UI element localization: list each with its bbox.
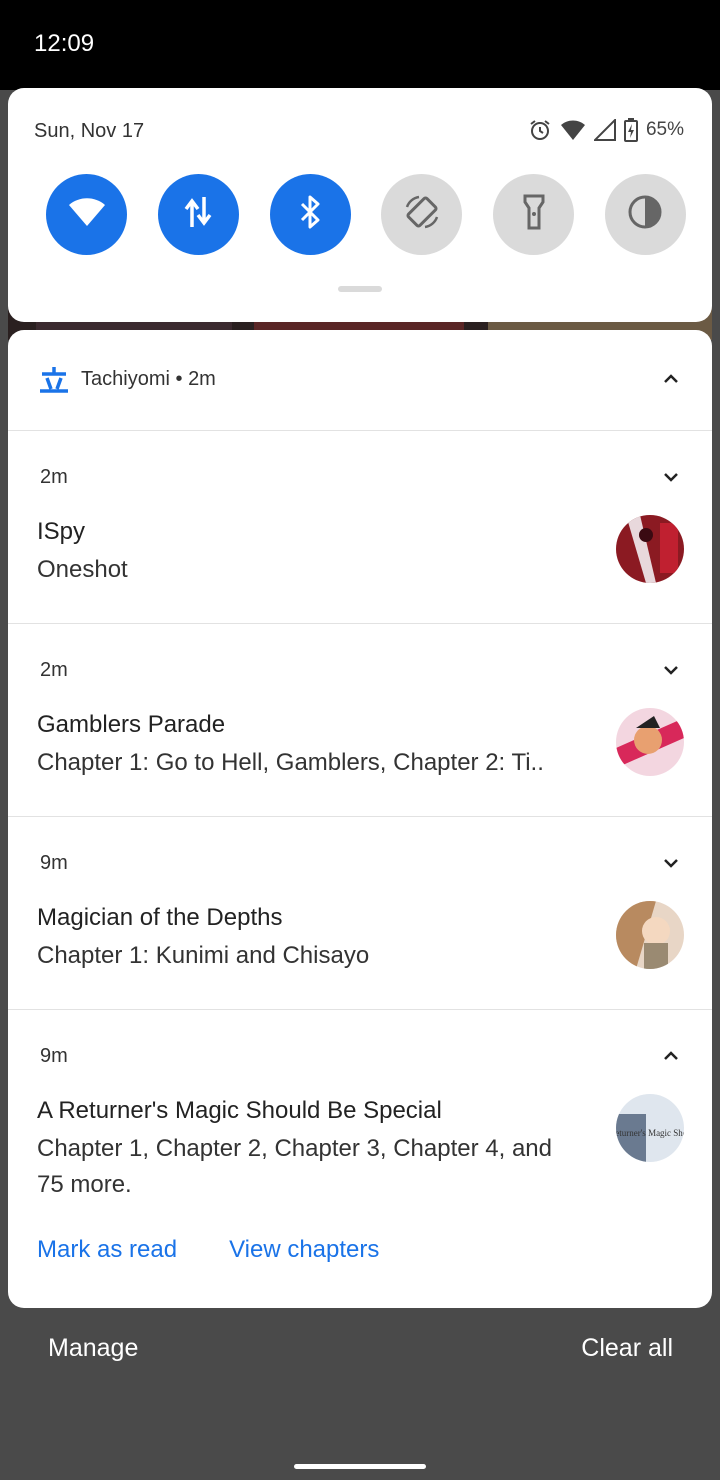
manga-cover-thumbnail xyxy=(616,708,684,776)
notification-actions: Mark as read View chapters xyxy=(37,1236,379,1264)
item-title: A Returner's Magic Should Be Special xyxy=(37,1097,442,1124)
chevron-down-icon[interactable] xyxy=(660,466,682,488)
manga-cover-thumbnail xyxy=(616,901,684,969)
tachiyomi-app-icon xyxy=(38,366,70,394)
item-age: 9m xyxy=(40,1045,68,1067)
item-age: 2m xyxy=(40,466,68,488)
chevron-up-icon[interactable] xyxy=(660,368,682,390)
notification-item-ispy[interactable]: 2m ISpy Oneshot xyxy=(8,430,712,624)
notification-app-label: Tachiyomi • 2m xyxy=(81,368,216,391)
wifi-icon xyxy=(67,196,107,233)
separator: • xyxy=(175,368,183,390)
wifi-tile[interactable] xyxy=(46,174,127,255)
quick-settings-panel: Sun, Nov 17 65% xyxy=(8,88,712,322)
chevron-down-icon[interactable] xyxy=(660,852,682,874)
alarm-icon xyxy=(528,118,552,142)
bluetooth-tile[interactable] xyxy=(269,174,351,255)
flashlight-tile[interactable] xyxy=(493,174,575,255)
gesture-nav-pill[interactable] xyxy=(294,1464,426,1469)
item-body: Oneshot xyxy=(37,556,128,583)
flashlight-icon xyxy=(522,194,546,235)
chevron-up-icon[interactable] xyxy=(660,1045,682,1067)
item-body: Chapter 1: Go to Hell, Gamblers, Chapter… xyxy=(37,749,544,776)
view-chapters-button[interactable]: View chapters xyxy=(229,1236,379,1264)
item-title: Gamblers Parade xyxy=(37,711,226,738)
quick-settings-tiles xyxy=(46,174,686,255)
app-name: Tachiyomi xyxy=(81,368,170,390)
item-title: ISpy xyxy=(37,518,86,545)
battery-percent: 65% xyxy=(645,119,684,140)
notification-header[interactable]: Tachiyomi • 2m xyxy=(8,330,712,431)
manga-cover-thumbnail xyxy=(616,515,684,583)
notification-age: 2m xyxy=(188,368,216,390)
notification-item-gamblers-parade[interactable]: 2m Gamblers Parade Chapter 1: Go to Hell… xyxy=(8,623,712,817)
cell-signal-icon xyxy=(593,119,616,141)
item-age: 2m xyxy=(40,659,68,681)
notification-item-magician-of-the-depths[interactable]: 9m Magician of the Depths Chapter 1: Kun… xyxy=(8,816,712,1010)
date-label: Sun, Nov 17 xyxy=(34,120,145,142)
status-bar: 12:09 xyxy=(0,0,720,90)
battery-charging-icon xyxy=(623,118,638,142)
clock: 12:09 xyxy=(34,30,95,57)
chevron-down-icon[interactable] xyxy=(660,659,682,681)
wifi-status-icon xyxy=(560,119,586,141)
item-title: Magician of the Depths xyxy=(37,904,283,931)
mark-as-read-button[interactable]: Mark as read xyxy=(37,1236,177,1264)
cover-title-lettering: Returner's Magic Should xyxy=(616,1128,684,1138)
auto-rotate-icon xyxy=(403,193,441,236)
mobile-data-icon xyxy=(183,195,213,234)
invert-colors-icon xyxy=(627,194,663,235)
manage-button[interactable]: Manage xyxy=(48,1334,138,1363)
drag-handle[interactable] xyxy=(338,286,382,292)
bluetooth-icon xyxy=(298,195,322,234)
clear-all-button[interactable]: Clear all xyxy=(581,1334,673,1363)
notification-group-tachiyomi[interactable]: Tachiyomi • 2m 2m ISpy Oneshot 2m Gamble… xyxy=(8,330,712,1308)
system-status-icons: 65% xyxy=(528,118,684,142)
item-age: 9m xyxy=(40,852,68,874)
item-body: Chapter 1, Chapter 2, Chapter 3, Chapter… xyxy=(37,1135,552,1198)
manga-cover-thumbnail: Returner's Magic Should xyxy=(616,1094,684,1162)
invert-colors-tile[interactable] xyxy=(604,174,686,255)
auto-rotate-tile[interactable] xyxy=(381,174,463,255)
mobile-data-tile[interactable] xyxy=(157,174,239,255)
item-body: Chapter 1: Kunimi and Chisayo xyxy=(37,942,370,969)
